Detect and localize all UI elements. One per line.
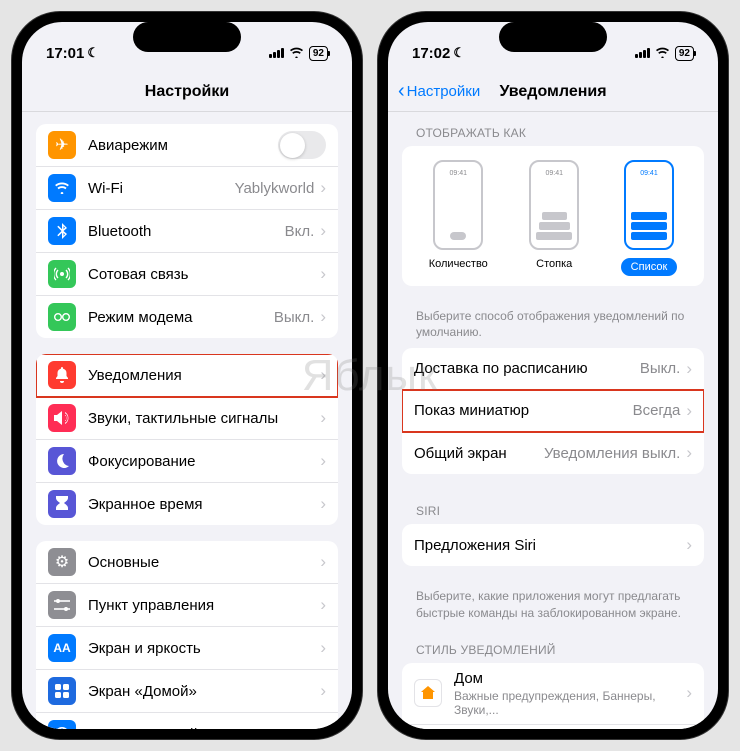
chevron-right-icon: ›: [320, 681, 326, 701]
chevron-right-icon: ›: [320, 451, 326, 471]
row-scheduled[interactable]: Доставка по расписанию Выкл. ›: [402, 348, 704, 390]
dnd-moon-icon: ☾: [453, 45, 465, 61]
section-footer-siri: Выберите, какие приложения могут предлаг…: [402, 582, 704, 628]
aa-icon: AA: [48, 634, 76, 662]
bell-icon: [48, 361, 76, 389]
settings-group-notifications: Уведомления › Звуки, тактильные сигналы …: [36, 354, 338, 525]
section-header-display-as: Отображать как: [402, 112, 704, 146]
notifications-rows: Доставка по расписанию Выкл. › Показ мин…: [402, 348, 704, 474]
display-option-list[interactable]: 09:41 Список: [621, 160, 678, 276]
chevron-right-icon: ›: [686, 401, 692, 421]
row-previews[interactable]: Показ миниатюр Всегда ›: [402, 390, 704, 432]
phone-frame-left: 17:01 ☾ 92 Настройки ✈ Авиарежим: [12, 12, 362, 739]
dynamic-island: [499, 22, 607, 52]
chevron-right-icon: ›: [320, 178, 326, 198]
chevron-right-icon: ›: [686, 443, 692, 463]
chevron-left-icon: ‹: [398, 80, 405, 103]
row-focus[interactable]: Фокусирование ›: [36, 440, 338, 483]
chevron-right-icon: ›: [686, 683, 692, 703]
row-notifications[interactable]: Уведомления ›: [36, 354, 338, 397]
wifi-icon: [655, 46, 670, 61]
row-cellular[interactable]: Сотовая связь ›: [36, 253, 338, 296]
battery-icon: 92: [309, 46, 328, 61]
row-bluetooth[interactable]: Bluetooth Вкл. ›: [36, 210, 338, 253]
section-header-siri: Siri: [402, 490, 704, 524]
page-title: Настройки: [145, 83, 229, 101]
bluetooth-icon: [48, 217, 76, 245]
grid-icon: [48, 677, 76, 705]
phone-frame-right: 17:02 ☾ 92 ‹ Настройки Уведомления Отобр…: [378, 12, 728, 739]
chevron-right-icon: ›: [320, 724, 326, 729]
speaker-icon: [48, 404, 76, 432]
settings-group-general: ⚙ Основные › Пункт управления › AA Экран…: [36, 541, 338, 729]
row-screentime[interactable]: Экранное время ›: [36, 483, 338, 525]
chevron-right-icon: ›: [320, 494, 326, 514]
chevron-right-icon: ›: [320, 307, 326, 327]
row-homescreen[interactable]: Экран «Домой» ›: [36, 670, 338, 713]
display-option-count[interactable]: 09:41 Количество: [429, 160, 488, 276]
dnd-moon-icon: ☾: [87, 45, 99, 61]
display-as-options: 09:41 Количество 09:41 Стопка 09:41: [402, 146, 704, 286]
cellular-signal-icon: [269, 48, 284, 58]
display-option-stack[interactable]: 09:41 Стопка: [529, 160, 579, 276]
row-screen-sharing[interactable]: Общий экран Уведомления выкл. ›: [402, 432, 704, 474]
section-footer-display-as: Выберите способ отображения уведомлений …: [402, 302, 704, 348]
screen-left: 17:01 ☾ 92 Настройки ✈ Авиарежим: [22, 22, 352, 729]
status-time: 17:01: [46, 45, 84, 62]
settings-group-connectivity: ✈ Авиарежим Wi-Fi Yablykworld › B: [36, 124, 338, 338]
moon-icon: [48, 447, 76, 475]
row-control-center[interactable]: Пункт управления ›: [36, 584, 338, 627]
screen-right: 17:02 ☾ 92 ‹ Настройки Уведомления Отобр…: [388, 22, 718, 729]
row-airplane[interactable]: ✈ Авиарежим: [36, 124, 338, 167]
row-siri-suggestions[interactable]: Предложения Siri ›: [402, 524, 704, 566]
nav-header: ‹ Настройки Уведомления: [388, 72, 718, 112]
cellular-icon: [48, 260, 76, 288]
hotspot-icon: [48, 303, 76, 331]
row-wifi[interactable]: Wi-Fi Yablykworld ›: [36, 167, 338, 210]
chevron-right-icon: ›: [320, 264, 326, 284]
row-sounds[interactable]: Звуки, тактильные сигналы ›: [36, 397, 338, 440]
gear-icon: ⚙: [48, 548, 76, 576]
row-app-notes[interactable]: Заметки Баннеры, Звуки, Наклейки ›: [402, 725, 704, 729]
accessibility-icon: [48, 720, 76, 729]
chevron-right-icon: ›: [320, 595, 326, 615]
home-app-icon: [414, 679, 442, 707]
display-as-group: 09:41 Количество 09:41 Стопка 09:41: [402, 146, 704, 286]
battery-icon: 92: [675, 46, 694, 61]
chevron-right-icon: ›: [686, 535, 692, 555]
dynamic-island: [133, 22, 241, 52]
chevron-right-icon: ›: [320, 365, 326, 385]
wifi-row-icon: [48, 174, 76, 202]
chevron-right-icon: ›: [320, 552, 326, 572]
wifi-icon: [289, 46, 304, 61]
app-style-rows: Дом Важные предупреждения, Баннеры, Звук…: [402, 663, 704, 729]
siri-rows: Предложения Siri ›: [402, 524, 704, 566]
back-button[interactable]: ‹ Настройки: [398, 80, 480, 103]
settings-list[interactable]: ✈ Авиарежим Wi-Fi Yablykworld › B: [22, 112, 352, 729]
row-general[interactable]: ⚙ Основные ›: [36, 541, 338, 584]
page-title: Уведомления: [499, 83, 606, 101]
notifications-settings[interactable]: Отображать как 09:41 Количество 09:41 Ст…: [388, 112, 718, 729]
sliders-icon: [48, 591, 76, 619]
nav-header: Настройки: [22, 72, 352, 112]
row-hotspot[interactable]: Режим модема Выкл. ›: [36, 296, 338, 338]
status-time: 17:02: [412, 45, 450, 62]
chevron-right-icon: ›: [320, 638, 326, 658]
chevron-right-icon: ›: [686, 359, 692, 379]
row-accessibility[interactable]: Универсальный доступ ›: [36, 713, 338, 729]
airplane-toggle[interactable]: [278, 131, 326, 159]
section-header-style: Стиль уведомлений: [402, 629, 704, 663]
chevron-right-icon: ›: [320, 408, 326, 428]
row-app-home[interactable]: Дом Важные предупреждения, Баннеры, Звук…: [402, 663, 704, 725]
cellular-signal-icon: [635, 48, 650, 58]
chevron-right-icon: ›: [320, 221, 326, 241]
row-display[interactable]: AA Экран и яркость ›: [36, 627, 338, 670]
airplane-icon: ✈: [48, 131, 76, 159]
hourglass-icon: [48, 490, 76, 518]
